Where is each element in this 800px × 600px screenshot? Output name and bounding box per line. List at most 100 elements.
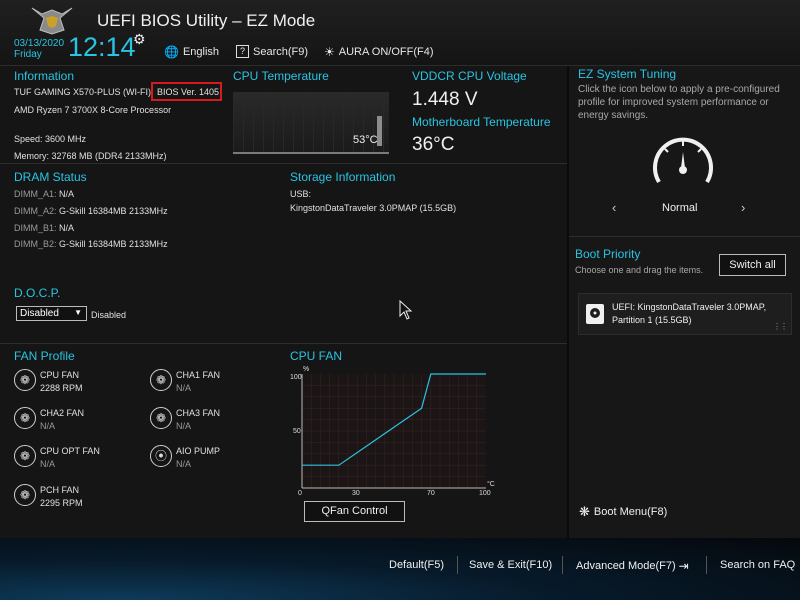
mb-temp-value: 36°C <box>412 134 455 155</box>
fan-item-cha1[interactable]: ❁ CHA1 FAN N/A <box>150 369 220 395</box>
fan-profile-heading: FAN Profile <box>14 349 75 363</box>
tuning-mode: Normal <box>662 202 698 214</box>
fan-icon: ❁ <box>14 369 36 391</box>
dimm-slot: DIMM_B2: G-Skill 16384MB 2133MHz <box>14 239 168 249</box>
fan-icon: ❁ <box>14 484 36 506</box>
fan-item-cpu-opt[interactable]: ❁ CPU OPT FAN N/A <box>14 445 100 471</box>
fan-icon: ❁ <box>14 445 36 467</box>
save-exit-button[interactable]: Save & Exit(F10) <box>469 559 552 571</box>
aura-button[interactable]: ☀ AURA ON/OFF(F4) <box>324 45 434 59</box>
divider <box>0 343 567 344</box>
dimm-value: N/A <box>59 223 75 233</box>
dimm-label: DIMM_A2: <box>14 206 57 216</box>
dram-heading: DRAM Status <box>14 170 87 184</box>
language-button[interactable]: 🌐 English <box>164 45 219 59</box>
boot-priority-heading: Boot Priority <box>575 247 641 261</box>
fan-name: CHA3 FAN <box>176 408 221 418</box>
gear-icon[interactable]: ⚙ <box>133 31 146 48</box>
docp-status: Disabled <box>91 310 127 320</box>
fan-value: 2295 RPM <box>40 498 83 508</box>
dimm-slot: DIMM_A1: N/A <box>14 189 74 199</box>
cpu-name: AMD Ryzen 7 3700X 8-Core Processor <box>14 105 172 115</box>
speedometer-icon[interactable] <box>651 132 715 188</box>
bios-version: BIOS Ver. 1405 <box>151 82 222 101</box>
qfan-control-button[interactable]: QFan Control <box>304 501 405 522</box>
dimm-slot: DIMM_B1: N/A <box>14 223 74 233</box>
cpu-fan-heading: CPU FAN <box>290 349 343 363</box>
fan-name: CPU FAN <box>40 370 80 380</box>
divider <box>569 236 800 237</box>
sparkle-icon: ❋ <box>579 504 590 519</box>
fan-icon: ❁ <box>14 407 36 429</box>
date-display[interactable]: 03/13/2020 Friday <box>14 38 64 60</box>
ez-tuning-heading: EZ System Tuning <box>578 67 677 81</box>
language-label: English <box>182 46 220 58</box>
divider <box>0 163 567 164</box>
x-tick-label: 100 <box>479 490 491 497</box>
cpu-fan-chart[interactable]: % °C 100 50 0 30 70 100 <box>286 362 506 500</box>
clock-time[interactable]: 12:14 <box>68 32 136 63</box>
storage-heading: Storage Information <box>290 170 396 184</box>
boot-device-line1: UEFI: KingstonDataTraveler 3.0PMAP, <box>612 302 767 312</box>
fan-value: N/A <box>40 459 56 469</box>
dimm-label: DIMM_A1: <box>14 189 57 199</box>
drag-handle-icon[interactable]: ⋮⋮ <box>773 322 788 331</box>
search-faq-button[interactable]: Search on FAQ <box>720 559 795 571</box>
fan-icon: ❁ <box>150 369 172 391</box>
drive-icon <box>586 304 604 324</box>
search-label: Search(F9) <box>253 45 309 58</box>
fan-value: 2288 RPM <box>40 383 83 393</box>
fan-value: N/A <box>176 421 192 431</box>
boot-menu-button[interactable]: ❋ Boot Menu(F8) <box>579 504 667 520</box>
globe-icon: 🌐 <box>164 45 179 59</box>
boot-device-line2: Partition 1 (15.5GB) <box>612 315 692 325</box>
help-icon: ? <box>236 45 249 58</box>
mouse-cursor-icon <box>399 300 413 320</box>
voltage-heading: VDDCR CPU Voltage <box>412 69 527 83</box>
footer-divider <box>706 556 707 574</box>
x-tick-label: 0 <box>298 490 302 497</box>
chevron-right-icon[interactable]: › <box>741 200 745 215</box>
docp-heading: D.O.C.P. <box>14 286 61 300</box>
x-tick-label: 30 <box>352 490 360 497</box>
fan-item-cha2[interactable]: ❁ CHA2 FAN N/A <box>14 407 84 433</box>
fan-value: N/A <box>176 383 192 393</box>
fan-value: N/A <box>40 421 56 431</box>
information-heading: Information <box>14 69 75 83</box>
aura-icon: ☀ <box>324 45 335 59</box>
mb-temp-heading: Motherboard Temperature <box>412 115 551 129</box>
fan-icon: ❁ <box>150 407 172 429</box>
x-unit-label: °C <box>487 480 495 488</box>
dimm-slot: DIMM_A2: G-Skill 16384MB 2133MHz <box>14 206 168 216</box>
fan-name: PCH FAN <box>40 485 80 495</box>
advanced-mode-button[interactable]: Advanced Mode(F7) ⇥ <box>576 559 689 573</box>
default-button[interactable]: Default(F5) <box>389 559 444 571</box>
cpu-temp-heading: CPU Temperature <box>233 69 329 83</box>
dimm-value: G-Skill 16384MB 2133MHz <box>59 239 168 249</box>
pump-icon: ⦿ <box>150 445 172 467</box>
boot-menu-label: Boot Menu(F8) <box>593 506 668 518</box>
fan-item-pch[interactable]: ❁ PCH FAN 2295 RPM <box>14 484 83 510</box>
footer-divider <box>457 556 458 574</box>
fan-item-cha3[interactable]: ❁ CHA3 FAN N/A <box>150 407 220 433</box>
fan-item-cpu[interactable]: ❁ CPU FAN 2288 RPM <box>14 369 83 395</box>
dimm-label: DIMM_B2: <box>14 239 57 249</box>
switch-all-button[interactable]: Switch all <box>719 254 786 276</box>
fan-value: N/A <box>176 459 192 469</box>
advanced-mode-label: Advanced Mode(F7) <box>576 560 676 572</box>
aura-label: AURA ON/OFF(F4) <box>338 46 434 58</box>
chevron-down-icon: ▼ <box>74 308 82 317</box>
ez-tuning-description: Click the icon below to apply a pre-conf… <box>578 84 780 121</box>
chevron-left-icon[interactable]: ‹ <box>612 200 616 215</box>
boot-priority-subtext: Choose one and drag the items. <box>575 265 704 275</box>
cpu-temp-baseline <box>233 152 389 154</box>
divider <box>567 66 569 538</box>
docp-select[interactable]: Disabled ▼ <box>16 306 87 321</box>
fan-item-aio-pump[interactable]: ⦿ AIO PUMP N/A <box>150 445 220 471</box>
boot-device-item[interactable]: UEFI: KingstonDataTraveler 3.0PMAP, Part… <box>578 293 792 335</box>
search-button[interactable]: ? Search(F9) <box>236 45 308 58</box>
cpu-speed: Speed: 3600 MHz <box>14 134 87 144</box>
storage-device: KingstonDataTraveler 3.0PMAP (15.5GB) <box>290 203 457 213</box>
page-title: UEFI BIOS Utility – EZ Mode <box>97 11 316 30</box>
exit-arrow-icon: ⇥ <box>678 559 689 573</box>
